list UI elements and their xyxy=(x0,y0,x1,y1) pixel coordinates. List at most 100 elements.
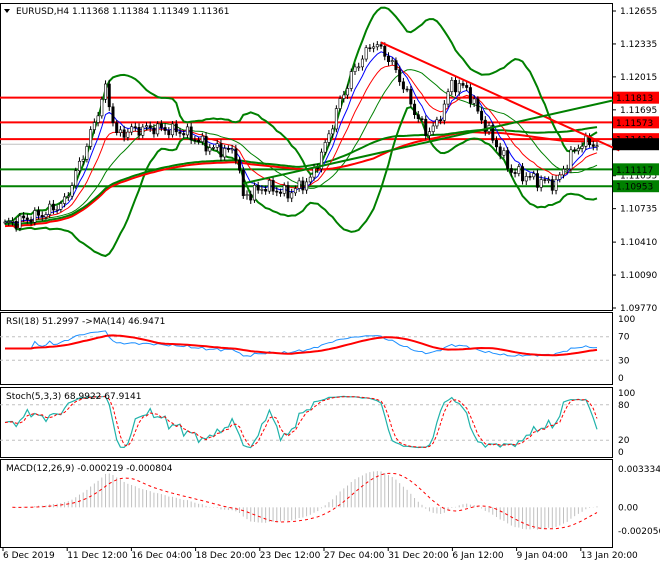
candle-body xyxy=(457,83,461,93)
candle-body xyxy=(360,58,364,68)
candle-body xyxy=(215,143,219,148)
symbol-title: EURUSD,H4 1.11368 1.11384 1.11349 1.1136… xyxy=(16,7,229,17)
candle-body xyxy=(379,44,383,47)
candle-body xyxy=(323,142,327,153)
price-level-label: 1.11117 xyxy=(616,166,653,176)
candle-body xyxy=(197,139,201,142)
candle-body xyxy=(446,91,450,105)
candle-body xyxy=(547,179,551,181)
candle-body xyxy=(465,85,469,88)
stoch-tick-label: 20 xyxy=(618,436,630,446)
stoch-tick-label: 0 xyxy=(618,448,624,458)
candle-body xyxy=(305,181,309,191)
candle-body xyxy=(372,46,376,49)
candle-body xyxy=(275,190,279,193)
macd-tick-label: -0.002056 xyxy=(618,527,660,537)
candle-body xyxy=(364,47,368,60)
price-tick-label: 1.10410 xyxy=(620,238,657,248)
price-tick-label: 1.10090 xyxy=(620,271,657,281)
candle-body xyxy=(130,126,134,133)
candle-body xyxy=(565,168,569,171)
candle-body xyxy=(7,221,11,223)
candle-body xyxy=(163,127,167,131)
candle-body xyxy=(569,149,573,170)
candle-body xyxy=(517,166,521,174)
candle-body xyxy=(398,69,402,83)
time-tick-label: 6 Jan 12:00 xyxy=(452,551,504,560)
candle-body xyxy=(92,122,96,130)
candle-body xyxy=(200,135,204,142)
candle-body xyxy=(260,189,264,191)
candle-body xyxy=(524,176,528,182)
candle-body xyxy=(29,219,33,223)
candle-body xyxy=(312,167,316,178)
candle-body xyxy=(174,123,178,133)
candle-body xyxy=(96,115,100,123)
rsi-tick-label: 70 xyxy=(618,333,630,343)
price-tick-label: 1.12015 xyxy=(620,73,657,83)
candle-body xyxy=(561,168,565,176)
candle-body xyxy=(472,98,476,104)
candle-body xyxy=(331,128,335,135)
candle-body xyxy=(63,196,67,204)
candle-body xyxy=(327,133,331,143)
rsi-tick-label: 0 xyxy=(618,374,624,384)
time-tick-label: 11 Dec 12:00 xyxy=(67,551,128,560)
candle-body xyxy=(25,217,29,220)
candle-body xyxy=(390,60,394,62)
candle-body xyxy=(375,44,379,48)
candle-body xyxy=(535,173,539,188)
candle-body xyxy=(70,185,74,197)
candle-body xyxy=(55,209,59,211)
price-level-label: 1.10953 xyxy=(616,183,653,193)
price-tick-label: 1.11695 xyxy=(620,106,657,116)
candle-body xyxy=(264,189,268,192)
candle-body xyxy=(420,118,424,121)
candle-body xyxy=(532,173,536,178)
candle-body xyxy=(476,98,480,112)
candle-body xyxy=(245,194,249,196)
candle-body xyxy=(494,139,498,148)
time-tick-label: 16 Dec 04:00 xyxy=(131,551,192,560)
candle-body xyxy=(252,185,256,201)
time-tick-label: 6 Dec 2019 xyxy=(3,551,55,560)
candle-body xyxy=(22,215,26,219)
candle-body xyxy=(152,127,156,135)
candle-body xyxy=(450,80,454,93)
candle-body xyxy=(37,210,41,216)
candle-body xyxy=(282,185,286,194)
candle-body xyxy=(3,221,7,224)
stoch-tick-label: 80 xyxy=(618,401,630,411)
macd-tick-label: 0.00 xyxy=(618,503,638,513)
candle-body xyxy=(513,172,517,174)
candle-body xyxy=(256,185,260,191)
candle-body xyxy=(77,160,81,172)
candle-body xyxy=(14,220,18,229)
candle-body xyxy=(286,185,290,199)
candle-body xyxy=(461,83,465,86)
candle-body xyxy=(558,174,562,180)
candle-body xyxy=(394,60,398,71)
macd-label: MACD(12,26,9) -0.000219 -0.000804 xyxy=(6,464,173,474)
candle-body xyxy=(580,146,584,149)
price-tick-label: 1.12335 xyxy=(620,40,657,50)
price-tick-label: 1.12655 xyxy=(620,7,657,17)
time-tick-label: 27 Dec 04:00 xyxy=(324,551,385,560)
candle-body xyxy=(267,180,271,192)
candle-body xyxy=(293,188,297,194)
candle-body xyxy=(368,47,372,50)
candle-body xyxy=(212,147,216,149)
candle-body xyxy=(219,143,223,158)
candle-body xyxy=(51,203,55,211)
candle-body xyxy=(144,125,148,128)
candle-body xyxy=(89,129,93,147)
candle-body xyxy=(204,135,208,152)
candle-body xyxy=(308,176,312,183)
candle-body xyxy=(349,71,353,89)
candle-body xyxy=(424,118,428,136)
candle-body xyxy=(573,149,577,152)
stoch-label: Stoch(5,3,3) 68.9922 67.9141 xyxy=(6,392,141,402)
candle-body xyxy=(480,110,484,121)
candle-body xyxy=(115,122,119,134)
candle-body xyxy=(238,159,242,171)
